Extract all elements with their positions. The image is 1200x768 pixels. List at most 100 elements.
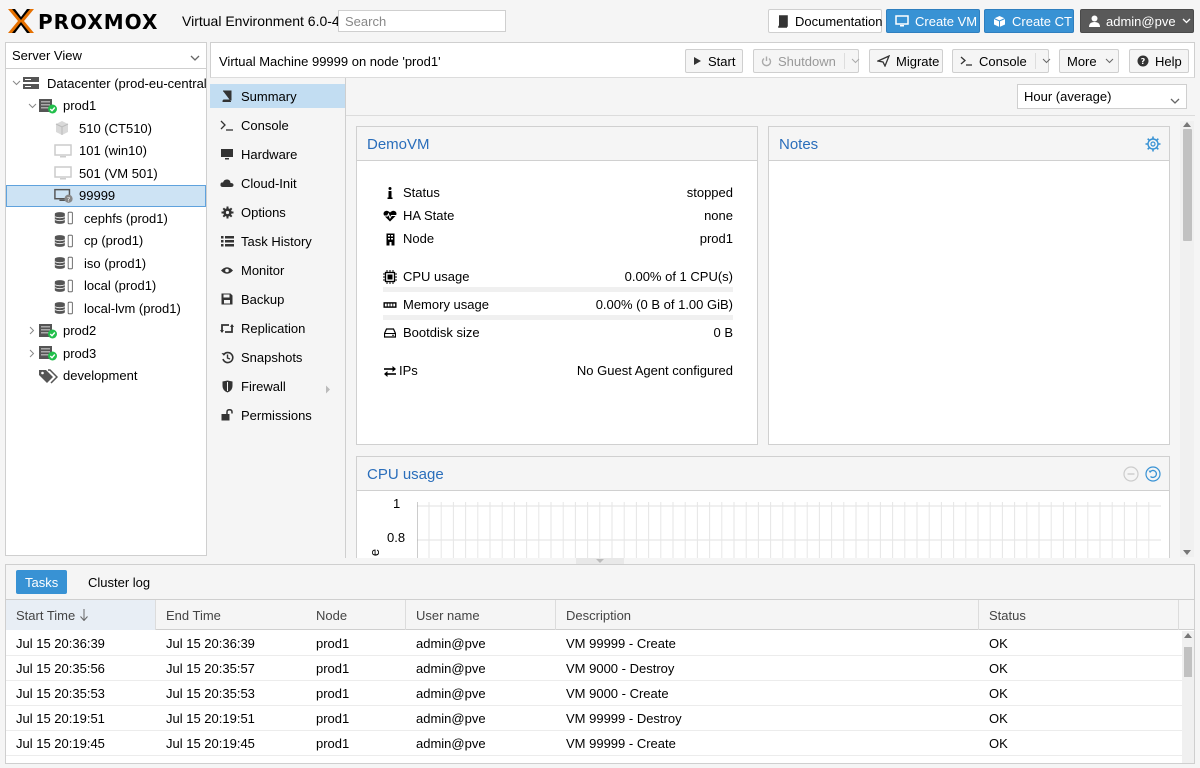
tree-label: local (prod1) [84, 278, 157, 294]
submenu-item-snapshots[interactable]: Snapshots [210, 345, 345, 369]
book-icon [220, 89, 234, 103]
more-button[interactable]: More [1059, 49, 1119, 73]
table-row[interactable]: Jul 15 20:19:51 Jul 15 20:19:51 prod1 admin… [6, 706, 1182, 731]
column-header-status[interactable]: Status [979, 600, 1179, 630]
tree-node-storage-local-lvm[interactable]: local-lvm (prod1) [6, 297, 206, 320]
column-header-node[interactable]: Node [306, 600, 406, 630]
tree-node-development[interactable]: development [6, 365, 206, 388]
tasks-scrollbar[interactable] [1182, 631, 1194, 763]
cell-status: OK [989, 636, 1008, 651]
console-button[interactable]: Console [952, 49, 1051, 73]
submenu-item-console[interactable]: Console [210, 113, 345, 137]
gear-icon[interactable] [1145, 136, 1161, 155]
timeframe-selector[interactable]: Hour (average) [1017, 84, 1187, 109]
ips-row: IPs No Guest Agent configured [383, 361, 733, 381]
submenu-item-options[interactable]: Options [210, 200, 345, 224]
vm-submenu: Summary Console Hardware Cloud-Init Opti… [210, 78, 346, 558]
tasks-panel: Tasks Cluster log Start Time End Time No… [5, 564, 1195, 764]
cell-status: OK [989, 661, 1008, 676]
submenu-item-cloud-init[interactable]: Cloud-Init [210, 171, 345, 195]
tab-cluster-log[interactable]: Cluster log [79, 570, 159, 594]
timeframe-value: Hour (average) [1024, 89, 1112, 104]
chevron-down-icon[interactable] [1034, 53, 1051, 69]
submenu-item-hardware[interactable]: Hardware [210, 142, 345, 166]
question-circle-icon: ? [1137, 55, 1149, 67]
tags-icon [38, 368, 58, 384]
submenu-item-backup[interactable]: Backup [210, 287, 345, 311]
proxmox-logo[interactable]: PROXMOX [8, 9, 176, 34]
submenu-item-summary[interactable]: Summary [210, 84, 345, 108]
scrollbar-thumb[interactable] [1183, 129, 1192, 241]
play-icon [693, 56, 702, 66]
undo-zoom-icon[interactable] [1145, 466, 1161, 482]
expand-chevron-icon[interactable] [27, 348, 37, 358]
tree-label: prod1 [63, 98, 97, 114]
memory-icon [383, 298, 397, 312]
submenu-label: Summary [241, 89, 297, 104]
scroll-down-icon[interactable] [1183, 550, 1191, 555]
tree-node-storage-cp[interactable]: cp (prod1) [6, 230, 206, 253]
tree-label: 101 (win10) [79, 143, 147, 159]
tree-node-storage-cephfs[interactable]: cephfs (prod1) [6, 207, 206, 230]
expand-chevron-icon[interactable] [27, 326, 37, 336]
user-menu-button[interactable]: admin@pve [1080, 9, 1194, 33]
search-input[interactable] [338, 10, 506, 32]
tree-node-vm101[interactable]: 101 (win10) [6, 140, 206, 163]
tree-label: Datacenter (prod-eu-central) [47, 75, 206, 91]
status-panel: DemoVM Status stopped HA State none Node… [356, 126, 758, 445]
submenu-item-firewall[interactable]: Firewall [210, 374, 345, 398]
table-row[interactable]: Jul 15 20:19:45 Jul 15 20:19:45 prod1 admin… [6, 731, 1182, 756]
tree-node-prod2[interactable]: prod2 [6, 320, 206, 343]
collapse-chevron-icon[interactable] [27, 101, 37, 111]
submenu-item-permissions[interactable]: Permissions [210, 403, 345, 427]
create-ct-button[interactable]: Create CT [984, 9, 1074, 33]
tree-label: 501 (VM 501) [79, 165, 158, 181]
cell-node: prod1 [316, 736, 350, 751]
collapse-chevron-icon[interactable] [11, 78, 21, 88]
scroll-up-icon[interactable] [1183, 122, 1191, 127]
submenu-label: Firewall [241, 379, 286, 394]
migrate-button[interactable]: Migrate [869, 49, 943, 73]
main-scrollbar[interactable] [1180, 121, 1194, 557]
create-vm-button[interactable]: Create VM [886, 9, 980, 33]
column-header-user-name[interactable]: User name [406, 600, 556, 630]
tree-label: development [63, 368, 138, 384]
tree-node-prod1[interactable]: prod1 [6, 95, 206, 118]
chevron-right-icon [325, 382, 331, 397]
tree-node-datacenter[interactable]: Datacenter (prod-eu-central) [6, 72, 206, 95]
scroll-up-icon[interactable] [1184, 633, 1192, 638]
tree-label: iso (prod1) [84, 255, 147, 271]
tree-node-storage-iso[interactable]: iso (prod1) [6, 252, 206, 275]
submenu-item-replication[interactable]: Replication [210, 316, 345, 340]
submenu-label: Cloud-Init [241, 176, 297, 191]
table-row[interactable]: Jul 15 20:35:53 Jul 15 20:35:53 prod1 admin… [6, 681, 1182, 706]
table-row[interactable]: Jul 15 20:35:56 Jul 15 20:35:57 prod1 admin… [6, 656, 1182, 681]
desktop-unknown-icon: ? [54, 188, 74, 204]
minus-circle-icon[interactable] [1123, 466, 1139, 482]
shutdown-button[interactable]: Shutdown [753, 49, 860, 73]
tree-node-vm501[interactable]: 501 (VM 501) [6, 162, 206, 185]
submenu-item-monitor[interactable]: Monitor [210, 258, 345, 282]
desktop-icon [54, 165, 74, 181]
help-button[interactable]: ? Help [1129, 49, 1189, 73]
tree-node-ct510[interactable]: 510 (CT510) [6, 117, 206, 140]
chevron-down-icon[interactable] [843, 53, 860, 69]
documentation-button[interactable]: Documentation [768, 9, 882, 33]
info-icon [383, 186, 397, 200]
tab-tasks[interactable]: Tasks [16, 570, 68, 594]
chevron-down-icon [190, 50, 200, 65]
view-selector[interactable]: Server View [6, 43, 206, 69]
start-button[interactable]: Start [685, 49, 743, 73]
ips-key: IPs [399, 363, 418, 378]
chevron-down-icon [1182, 18, 1191, 24]
unlock-icon [220, 408, 234, 422]
cell-user-name: admin@pve [416, 686, 486, 701]
column-header-description[interactable]: Description [556, 600, 979, 630]
scrollbar-thumb[interactable] [1184, 647, 1192, 677]
column-header-start-time[interactable]: Start Time [6, 600, 156, 630]
table-row[interactable]: Jul 15 20:36:39 Jul 15 20:36:39 prod1 admin… [6, 631, 1182, 656]
tree-node-vm99999[interactable]: ? 99999 [6, 184, 206, 207]
tree-node-prod3[interactable]: prod3 [6, 342, 206, 365]
tree-node-storage-local[interactable]: local (prod1) [6, 275, 206, 298]
submenu-item-task-history[interactable]: Task History [210, 229, 345, 253]
